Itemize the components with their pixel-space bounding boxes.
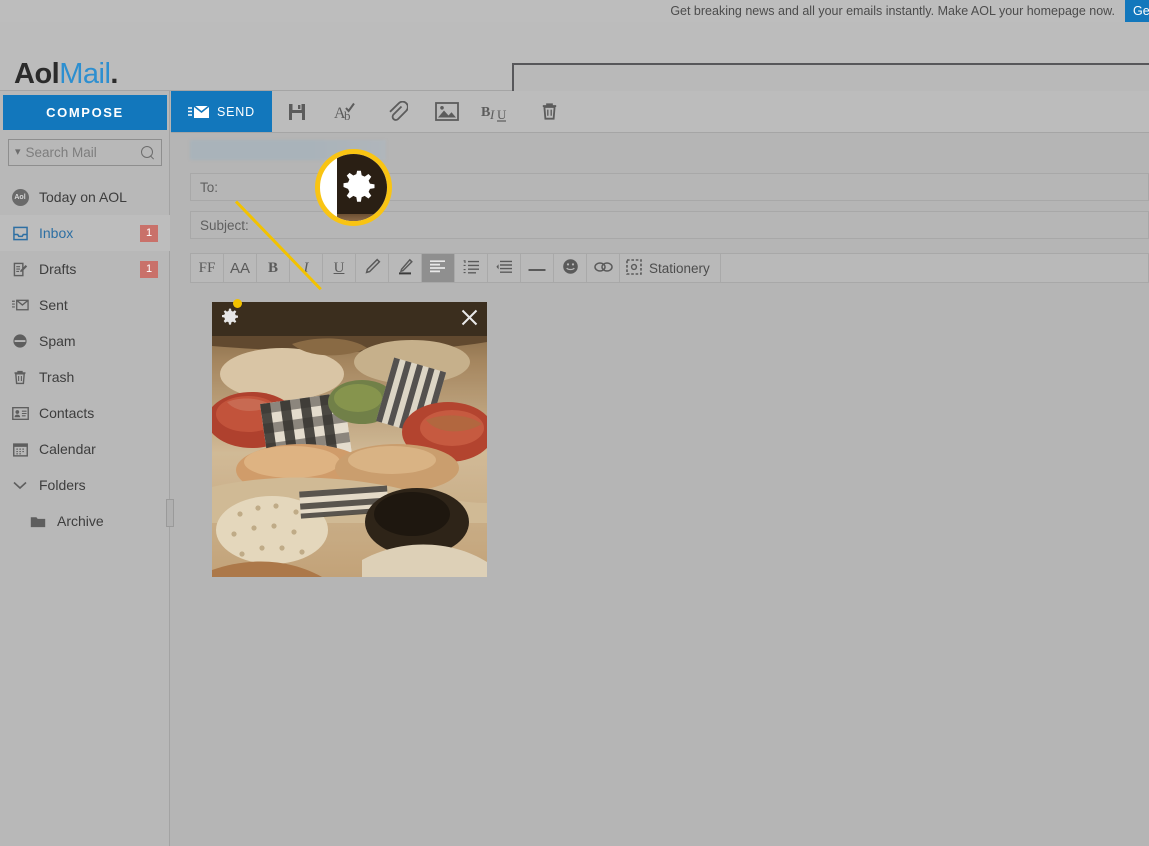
smiley-icon [562, 258, 579, 278]
svg-text:B: B [481, 105, 490, 120]
inbox-tray-icon [10, 224, 30, 242]
gear-icon[interactable] [221, 308, 239, 330]
search-mail-field[interactable]: ▾ Search Mail [8, 139, 162, 166]
drafts-pencil-icon [10, 260, 30, 278]
send-button[interactable]: SEND [171, 91, 272, 132]
sidebar-item-archive[interactable]: Archive [0, 503, 170, 539]
spellcheck-icon[interactable]: Ab [322, 91, 372, 132]
sidebar-item-contacts[interactable]: Contacts [0, 395, 170, 431]
horizontal-rule-button[interactable] [521, 254, 554, 282]
chevron-down-icon[interactable]: ▾ [15, 147, 21, 158]
emoji-button[interactable] [554, 254, 587, 282]
sidebar-item-label: Sent [39, 297, 68, 313]
sidebar-item-label: Inbox [39, 225, 74, 241]
spam-block-icon [10, 332, 30, 350]
save-floppy-icon[interactable] [272, 91, 322, 132]
app-header: AolMail. [0, 22, 1149, 99]
status-badge: 1 [140, 260, 158, 278]
stationery-button[interactable]: Stationery [620, 254, 721, 282]
sidebar-item-label: Contacts [39, 405, 95, 421]
contacts-card-icon [10, 404, 30, 422]
status-badge: 1 [140, 224, 158, 242]
format-toolbar: FF AA B I U Stationery [190, 253, 1149, 283]
indent-button[interactable] [488, 254, 521, 282]
sidebar-item-folders[interactable]: Folders [0, 467, 170, 503]
numbered-list-icon [463, 259, 480, 277]
logo-dot: . [110, 58, 118, 90]
highlight-button[interactable] [389, 254, 422, 282]
link-button[interactable] [587, 254, 620, 282]
image-overlay-bar [212, 302, 487, 336]
svg-text:U: U [497, 107, 507, 122]
send-label: SEND [217, 104, 255, 119]
sidebar-scrollbar-thumb[interactable] [166, 499, 174, 527]
align-left-icon [430, 259, 446, 277]
search-mail-placeholder: Search Mail [25, 145, 97, 160]
sent-envelope-icon [10, 296, 30, 314]
highlighter-icon [397, 258, 414, 278]
font-family-button[interactable]: FF [191, 254, 224, 282]
chevron-down-icon[interactable] [10, 476, 30, 494]
list-button[interactable] [455, 254, 488, 282]
aol-mail-window: Get breaking news and all your emails in… [0, 0, 1149, 846]
sidebar-item-label: Calendar [39, 441, 96, 457]
sidebar-item-label: Spam [39, 333, 76, 349]
callout-pointer-dot [233, 299, 242, 308]
to-label: To: [200, 179, 219, 195]
stationery-frame-icon [626, 258, 642, 278]
sidebar-item-sent[interactable]: Sent [0, 287, 170, 323]
sidebar-item-label: Trash [39, 369, 75, 385]
indent-icon [496, 260, 512, 277]
promo-text: Get breaking news and all your emails in… [670, 4, 1115, 18]
text-color-button[interactable] [356, 254, 389, 282]
sidebar-item-spam[interactable]: Spam [0, 323, 170, 359]
compose-button[interactable]: COMPOSE [3, 95, 167, 130]
send-envelope-icon [188, 104, 210, 118]
attach-paperclip-icon[interactable] [372, 91, 422, 132]
compose-body[interactable] [190, 283, 1149, 846]
align-button[interactable] [422, 254, 455, 282]
aol-mail-logo: AolMail. [14, 58, 118, 91]
sidebar-item-calendar[interactable]: Calendar [0, 431, 170, 467]
svg-text:I: I [489, 107, 495, 122]
stationery-label: Stationery [649, 260, 710, 276]
promo-banner: Get breaking news and all your emails in… [0, 0, 1149, 22]
bold-button[interactable]: B [257, 254, 290, 282]
delete-trash-icon[interactable] [524, 91, 574, 132]
trash-icon [10, 368, 30, 386]
inline-image-attachment[interactable] [212, 302, 487, 577]
search-icon[interactable] [141, 145, 155, 160]
logo-aol-text: Aol [14, 58, 60, 90]
sidebar-item-label: Today on AOL [39, 189, 127, 205]
callout-magnifier [315, 149, 392, 226]
formatting-bu-icon[interactable]: BIU [472, 91, 524, 132]
font-size-button[interactable]: AA [224, 254, 257, 282]
compose-toolbar: SEND Ab BIU [171, 91, 1149, 133]
aol-circle-icon: Aol [10, 188, 30, 206]
sidebar-item-label: Archive [57, 513, 104, 529]
close-icon[interactable] [461, 309, 478, 330]
link-chain-icon [593, 260, 613, 277]
gear-icon [342, 170, 376, 209]
calendar-icon [10, 440, 30, 458]
sidebar-item-today-on-aol[interactable]: Aol Today on AOL [0, 179, 170, 215]
attachment-photo [212, 302, 487, 577]
folder-icon [28, 512, 48, 530]
sidebar-item-inbox[interactable]: Inbox 1 [0, 215, 170, 251]
promo-button[interactable]: Ge [1125, 0, 1149, 22]
logo-mail-text: Mail [59, 58, 111, 90]
sidebar-item-label: Drafts [39, 261, 77, 277]
italic-button[interactable]: I [290, 254, 323, 282]
sidebar: COMPOSE ▾ Search Mail Aol Today on AOL I… [0, 91, 174, 846]
insert-image-icon[interactable] [422, 91, 472, 132]
sidebar-item-trash[interactable]: Trash [0, 359, 170, 395]
pencil-color-icon [364, 258, 381, 278]
underline-button[interactable]: U [323, 254, 356, 282]
sidebar-nav: Aol Today on AOL Inbox 1 Drafts 1 Sent S… [0, 179, 170, 539]
sidebar-item-label: Folders [39, 477, 86, 493]
horizontal-rule-icon [528, 260, 546, 276]
sidebar-item-drafts[interactable]: Drafts 1 [0, 251, 170, 287]
subject-label: Subject: [200, 217, 249, 233]
